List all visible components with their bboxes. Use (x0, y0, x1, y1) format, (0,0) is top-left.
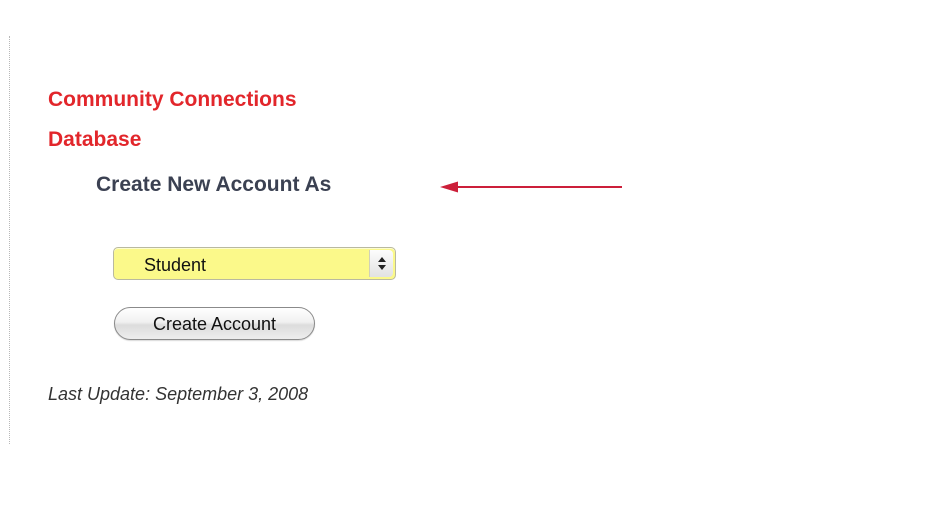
last-update-text: Last Update: September 3, 2008 (48, 384, 309, 404)
select-stepper (369, 250, 393, 277)
account-type-select[interactable]: Student (113, 247, 396, 280)
site-title: Community Connections Database (48, 80, 408, 160)
up-down-chevron-icon (378, 257, 386, 270)
create-account-heading: Create New Account As (96, 173, 332, 196)
site-title-line1: Community Connections (48, 88, 297, 111)
arrow-head (440, 181, 458, 193)
account-type-selected-value: Student (144, 255, 207, 275)
left-arrow-icon (440, 181, 622, 193)
create-account-button[interactable]: Create Account (114, 307, 315, 340)
page-left-divider (9, 36, 10, 444)
site-title-line2: Database (48, 128, 142, 151)
